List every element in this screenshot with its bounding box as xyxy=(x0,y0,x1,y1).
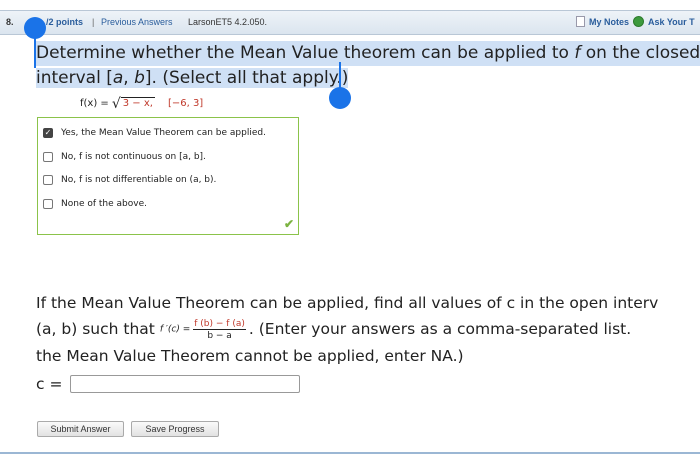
question-line-1-end: on the closed xyxy=(580,43,700,63)
fraction-denominator: b − a xyxy=(207,330,232,341)
choice-none[interactable]: None of the above. xyxy=(43,199,147,209)
part-two-line-2: (a, b) such that f ′(c) = f (b) − f (a) b … xyxy=(36,316,700,343)
interval-a: a xyxy=(112,68,124,88)
selection-end-handle[interactable] xyxy=(329,87,351,109)
function-formula: f(x) = √ 3 − x, [−6, 3] xyxy=(80,96,204,112)
derivative-expression: f ′(c) = xyxy=(159,324,191,335)
question-line-2: interval [a, b]. (Select all that apply.… xyxy=(36,66,700,91)
choice-not-continuous[interactable]: No, f is not continuous on [a, b]. xyxy=(43,152,206,162)
mvt-fraction: f (b) − f (a) b − a xyxy=(193,319,246,341)
bottom-divider xyxy=(0,452,700,454)
fraction-numerator: f (b) − f (a) xyxy=(193,318,246,330)
previous-answers-link[interactable]: Previous Answers xyxy=(101,17,173,27)
answer-input[interactable] xyxy=(70,375,301,393)
answer-label: c = xyxy=(36,375,63,393)
checkbox-icon[interactable] xyxy=(43,152,53,162)
header-separator: | xyxy=(92,17,95,27)
part-two-line-1: If the Mean Value Theorem can be applied… xyxy=(36,294,659,312)
ask-teacher-label: Ask Your T xyxy=(648,16,695,27)
ask-teacher-button[interactable]: Ask Your T xyxy=(633,16,695,27)
part-two-line-2-start: (a, b) such that xyxy=(36,320,155,338)
answer-row: c = xyxy=(36,375,301,393)
save-progress-button[interactable]: Save Progress xyxy=(131,421,219,437)
checkbox-icon[interactable] xyxy=(43,175,53,185)
question-line-1-start: Determine whether the Mean Value theorem… xyxy=(36,43,575,63)
checkbox-icon[interactable] xyxy=(43,199,53,209)
answer-choices: ✓ Yes, the Mean Value Theorem can be app… xyxy=(37,117,299,235)
choice-not-differentiable[interactable]: No, f is not differentiable on (a, b). xyxy=(43,175,216,185)
choice-yes[interactable]: ✓ Yes, the Mean Value Theorem can be app… xyxy=(43,128,266,138)
points-label: /2 points xyxy=(46,17,84,27)
interval-b: b xyxy=(134,68,145,88)
part-two-line-3: the Mean Value Theorem cannot be applied… xyxy=(36,346,464,365)
checkbox-checked-icon[interactable]: ✓ xyxy=(43,128,53,138)
question-line-1: Determine whether the Mean Value theorem… xyxy=(36,41,700,66)
selection-start-handle[interactable] xyxy=(24,17,46,39)
interval-comma: , xyxy=(123,68,135,88)
question-line-2-end: ]. (Select all that apply.) xyxy=(144,68,349,88)
formula-lhs: f(x) = xyxy=(80,97,109,109)
choice-label: Yes, the Mean Value Theorem can be appli… xyxy=(61,128,266,138)
correct-checkmark-icon: ✔ xyxy=(283,217,294,231)
my-notes-label: My Notes xyxy=(589,16,630,27)
question-header-bar: 8. /2 points | Previous Answers LarsonET… xyxy=(0,10,700,35)
problem-code: LarsonET5 4.2.050. xyxy=(188,17,268,27)
question-text: Determine whether the Mean Value theorem… xyxy=(36,41,700,91)
submit-answer-button[interactable]: Submit Answer xyxy=(37,421,124,437)
question-number: 8. xyxy=(6,17,14,27)
part-two-question: If the Mean Value Theorem can be applied… xyxy=(36,290,700,369)
sqrt-expression: √ 3 − x, xyxy=(111,96,155,112)
my-notes-button[interactable]: My Notes xyxy=(576,16,629,27)
formula-interval: [−6, 3] xyxy=(167,97,204,109)
radicand: 3 − x, xyxy=(120,97,155,109)
part-two-line-2-end: . (Enter your answers as a comma-separat… xyxy=(248,320,632,338)
radical-sign-icon: √ xyxy=(111,96,121,112)
choice-label: None of the above. xyxy=(61,199,147,209)
question-line-2-start: interval [ xyxy=(36,68,113,88)
notes-icon xyxy=(576,16,585,27)
choice-label: No, f is not differentiable on (a, b). xyxy=(61,175,217,185)
ask-teacher-icon xyxy=(633,16,644,27)
choice-label: No, f is not continuous on [a, b]. xyxy=(61,152,206,162)
